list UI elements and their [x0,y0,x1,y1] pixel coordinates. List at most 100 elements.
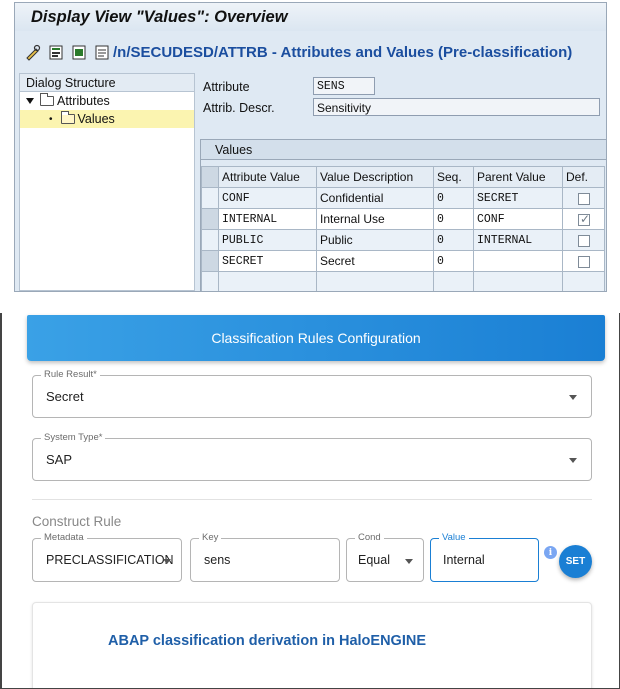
cell-seq: 0 [433,208,474,230]
attrib-descr-label: Attrib. Descr. [203,101,275,115]
value-value: Internal [443,553,485,567]
table-row[interactable]: PUBLIC Public 0 INTERNAL [201,229,605,251]
cell-def [562,250,605,272]
cell-attribute-value: PUBLIC [218,229,317,251]
row-selector-header[interactable] [201,166,219,188]
table-row[interactable]: INTERNAL Internal Use 0 CONF [201,208,605,230]
classification-header: Classification Rules Configuration [27,315,605,361]
table-row-empty[interactable] [201,271,605,291]
open-folder-icon [60,111,75,124]
system-type-value: SAP [46,452,73,467]
cell-value-description: Confidential [316,187,434,209]
table-row[interactable]: SECRET Secret 0 [201,250,605,272]
result-card: ABAP classification derivation in HaloEN… [32,602,592,688]
tree-item-attributes[interactable]: Attributes [20,92,194,110]
default-checkbox[interactable] [578,234,590,247]
cell-empty[interactable] [562,271,605,291]
cell-value-description: Public [316,229,434,251]
values-table-container: Values Attribute Value Value Description… [200,139,606,291]
cell-empty[interactable] [218,271,317,291]
cell-attribute-value: CONF [218,187,317,209]
save-icon[interactable] [48,44,65,61]
value-label: Value [439,532,469,543]
default-checkbox[interactable] [578,192,590,205]
row-selector[interactable] [201,271,219,291]
cond-label: Cond [355,532,384,543]
cell-parent-value: CONF [473,208,563,230]
row-selector[interactable] [201,187,219,209]
edit-glasses-icon[interactable] [25,44,42,61]
rule-result-label: Rule Result* [41,369,100,380]
folder-icon [40,93,54,106]
value-input[interactable]: Value Internal [430,532,539,582]
cond-value: Equal [358,553,390,567]
cell-parent-value: INTERNAL [473,229,563,251]
sap-toolbar: /n/SECUDESD/ATTRB - Attributes and Value… [25,39,606,65]
select-all-icon[interactable] [71,44,88,61]
rule-result-select[interactable]: Rule Result* Secret [32,369,592,418]
metadata-select[interactable]: Metadata PRECLASSIFICATION [32,532,182,582]
construct-rule-title: Construct Rule [32,514,122,529]
cell-def [562,208,605,230]
attrib-descr-field[interactable]: Sensitivity [313,98,600,116]
dialog-structure-panel: Dialog Structure Attributes • Values [19,73,195,291]
sap-window: Display View "Values": Overview /n/SECUD… [14,2,607,292]
cell-attribute-value: SECRET [218,250,317,272]
col-parent-value[interactable]: Parent Value [473,166,563,188]
cell-parent-value [473,250,563,272]
dialog-structure-header: Dialog Structure [20,74,194,92]
cell-parent-value: SECRET [473,187,563,209]
row-selector[interactable] [201,250,219,272]
cell-value-description: Secret [316,250,434,272]
cell-seq: 0 [433,229,474,251]
expand-triangle-icon[interactable] [26,98,34,104]
row-selector[interactable] [201,229,219,251]
transaction-code-title: /n/SECUDESD/ATTRB - Attributes and Value… [113,43,573,61]
cell-seq: 0 [433,250,474,272]
system-type-select[interactable]: System Type* SAP [32,432,592,481]
col-value-description[interactable]: Value Description [316,166,434,188]
cell-value-description: Internal Use [316,208,434,230]
rule-result-value: Secret [46,389,84,404]
key-label: Key [199,532,222,543]
chevron-down-icon[interactable] [163,559,171,564]
attribute-field[interactable]: SENS [313,77,375,95]
default-checkbox-checked[interactable] [578,212,590,226]
tree-bullet-icon: • [49,113,53,125]
card-heading: ABAP classification derivation in HaloEN… [108,633,427,649]
metadata-label: Metadata [41,532,87,543]
key-input[interactable]: Key sens [190,532,340,582]
tree-item-label: Values [77,112,115,126]
chevron-down-icon[interactable] [569,395,577,400]
row-selector[interactable] [201,208,219,230]
table-header-row: Attribute Value Value Description Seq. P… [201,166,605,188]
set-button[interactable]: SET [559,545,592,578]
classification-rules-panel: Classification Rules Configuration Rule … [0,313,620,689]
cell-seq: 0 [433,187,474,209]
values-table: Attribute Value Value Description Seq. P… [201,166,605,291]
col-seq[interactable]: Seq. [433,166,474,188]
cell-def [562,187,605,209]
cell-empty[interactable] [433,271,474,291]
default-checkbox[interactable] [578,255,590,268]
info-icon[interactable]: i [544,546,557,559]
key-value: sens [204,553,231,567]
metadata-value: PRECLASSIFICATION [46,553,174,567]
tree-item-label: Attributes [57,94,110,108]
deselect-icon[interactable] [94,44,111,61]
tree-item-values[interactable]: • Values [20,110,194,128]
system-type-label: System Type* [41,432,106,443]
attribute-label: Attribute [203,80,250,94]
cell-attribute-value: INTERNAL [218,208,317,230]
col-def[interactable]: Def. [562,166,605,188]
cond-select[interactable]: Cond Equal [346,532,424,582]
col-attribute-value[interactable]: Attribute Value [218,166,317,188]
cell-empty[interactable] [316,271,434,291]
cell-empty[interactable] [473,271,563,291]
cell-def [562,229,605,251]
chevron-down-icon[interactable] [569,458,577,463]
table-row[interactable]: CONF Confidential 0 SECRET [201,187,605,209]
section-divider [32,499,592,500]
values-table-title: Values [201,140,606,160]
chevron-down-icon[interactable] [405,559,413,564]
